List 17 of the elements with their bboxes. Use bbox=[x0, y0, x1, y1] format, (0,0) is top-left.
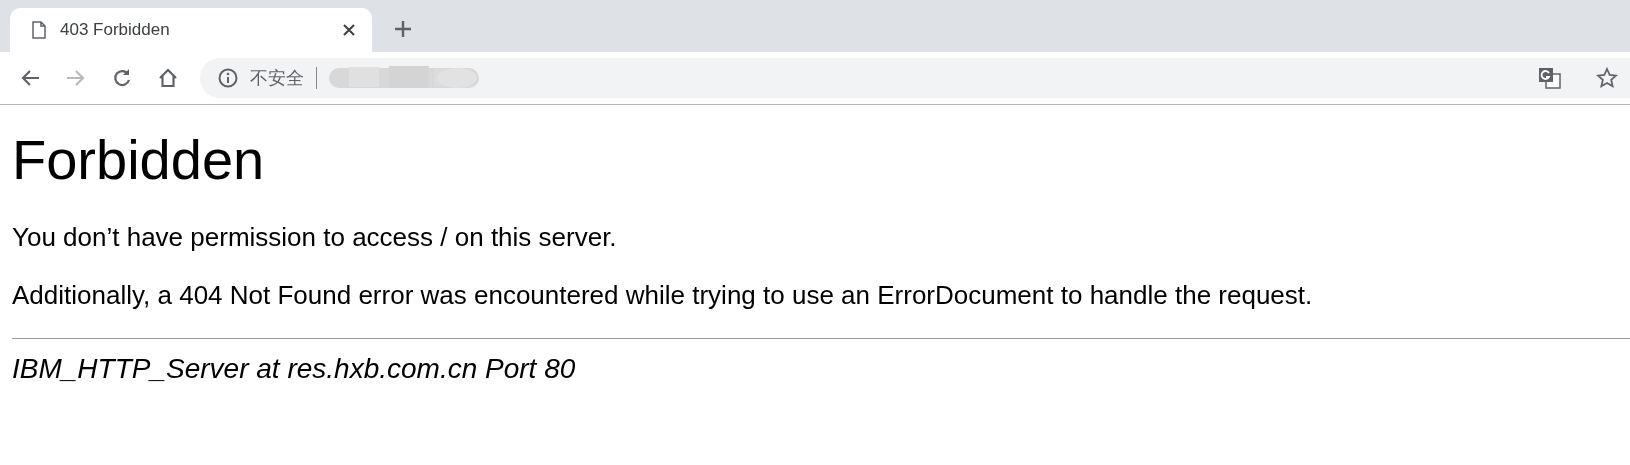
home-icon[interactable] bbox=[158, 68, 178, 88]
reload-icon[interactable] bbox=[112, 68, 132, 88]
tab-title: 403 Forbidden bbox=[60, 20, 171, 40]
close-icon[interactable] bbox=[342, 23, 356, 37]
star-icon[interactable] bbox=[1596, 67, 1618, 89]
page-heading: Forbidden bbox=[12, 127, 266, 192]
info-icon bbox=[218, 68, 238, 88]
browser-tab[interactable]: 403 Forbidden bbox=[10, 8, 372, 52]
security-label: 不安全 bbox=[250, 67, 304, 90]
server-signature: IBM_HTTP_Server at res.hxb.com.cn Port 80 bbox=[12, 353, 577, 385]
translate-icon[interactable] bbox=[1538, 67, 1562, 89]
address-bar[interactable]: 不安全 bbox=[200, 58, 1630, 98]
error-message: You don’t have permission to access / on this server. bbox=[12, 222, 618, 253]
error-message: Additionally, a 404 Not Found error was encountered while trying to use an ErrorDocument to handle the request. bbox=[12, 280, 1314, 311]
page-icon bbox=[32, 21, 46, 39]
back-arrow-icon[interactable] bbox=[20, 69, 40, 87]
new-tab-icon[interactable] bbox=[394, 20, 412, 38]
